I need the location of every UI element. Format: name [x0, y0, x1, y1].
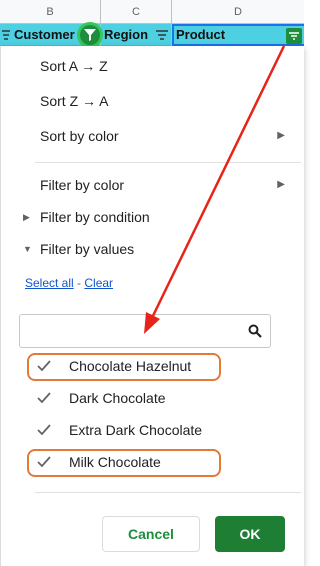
- ok-button[interactable]: OK: [215, 516, 285, 552]
- menu-item-label: Filter by color: [40, 177, 125, 193]
- checkmark-icon[interactable]: [37, 392, 51, 404]
- menu-item-label: Sort Z → A: [40, 93, 109, 109]
- checkmark-icon[interactable]: [37, 424, 51, 436]
- value-item[interactable]: Extra Dark Chocolate: [27, 417, 287, 445]
- filter-icon[interactable]: [0, 28, 14, 42]
- column-letter-b[interactable]: B: [0, 0, 101, 24]
- select-links: Select all - Clear: [25, 276, 113, 290]
- menu-item-label: Sort by color: [40, 128, 119, 144]
- divider: [35, 162, 301, 163]
- menu-item-sort-az[interactable]: Sort A → Z: [1, 52, 301, 82]
- header-label-region: Region: [104, 27, 149, 42]
- column-letter-d[interactable]: D: [172, 0, 304, 24]
- value-item-label: Extra Dark Chocolate: [69, 422, 203, 438]
- divider: [35, 492, 301, 493]
- value-search-input[interactable]: [26, 321, 236, 341]
- value-search-box: [19, 314, 271, 348]
- header-cell-region[interactable]: Region: [101, 24, 172, 46]
- header-label-product: Product: [176, 27, 226, 42]
- value-item[interactable]: Milk Chocolate: [27, 449, 287, 477]
- funnel-icon: [84, 29, 96, 41]
- menu-item-label: Filter by values: [40, 241, 135, 257]
- select-all-link[interactable]: Select all: [25, 276, 74, 290]
- submenu-arrow-icon: ▶: [277, 130, 285, 141]
- menu-item-filter-by-values[interactable]: ▼ Filter by values: [1, 235, 301, 265]
- menu-item-sort-za[interactable]: Sort Z → A: [1, 87, 301, 117]
- header-cell-customer[interactable]: Customer: [0, 24, 101, 46]
- product-filter-button[interactable]: [286, 28, 302, 44]
- header-cell-product[interactable]: Product: [172, 24, 304, 46]
- active-filter-button[interactable]: [80, 25, 100, 45]
- cancel-button[interactable]: Cancel: [102, 516, 200, 552]
- filter-icon[interactable]: [155, 28, 169, 42]
- value-item-label: Dark Chocolate: [69, 390, 166, 406]
- expand-down-icon: ▼: [23, 244, 32, 254]
- header-label-customer: Customer: [14, 27, 75, 42]
- filter-menu: Sort A → Z Sort Z → A Sort by color ▶ Fi…: [0, 46, 304, 566]
- value-item-label: Milk Chocolate: [69, 454, 161, 470]
- menu-item-sort-by-color[interactable]: Sort by color ▶: [1, 122, 301, 152]
- submenu-arrow-icon: ▶: [277, 179, 285, 190]
- header-row: Customer Region Product: [0, 24, 304, 46]
- menu-item-label: Filter by condition: [40, 209, 150, 225]
- column-letters-bar: B C D: [0, 0, 304, 24]
- checkmark-icon[interactable]: [37, 360, 51, 372]
- filter-icon: [289, 32, 299, 40]
- menu-item-filter-by-color[interactable]: Filter by color ▶: [1, 171, 301, 201]
- checkmark-icon[interactable]: [37, 456, 51, 468]
- menu-item-filter-by-condition[interactable]: ▶ Filter by condition: [1, 203, 301, 233]
- expand-right-icon: ▶: [23, 212, 30, 222]
- search-icon[interactable]: [248, 324, 262, 338]
- menu-item-label: Sort A → Z: [40, 58, 108, 74]
- value-item[interactable]: Chocolate Hazelnut: [27, 353, 287, 381]
- link-separator: -: [73, 276, 85, 290]
- value-item[interactable]: Dark Chocolate: [27, 385, 287, 413]
- value-item-label: Chocolate Hazelnut: [69, 358, 192, 374]
- column-letter-c[interactable]: C: [101, 0, 172, 24]
- clear-link[interactable]: Clear: [84, 276, 113, 290]
